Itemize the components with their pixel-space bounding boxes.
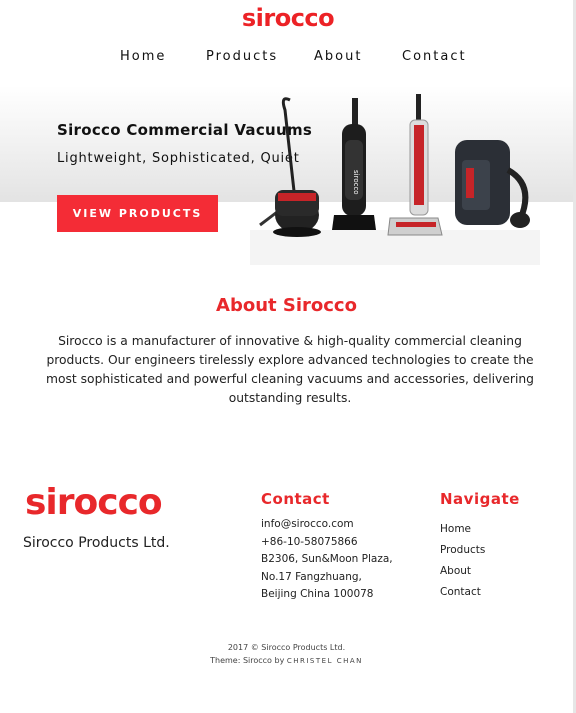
upright-red-vacuum (387, 94, 443, 236)
contact-phone: +86-10-58075866 (261, 535, 358, 548)
main-nav: Home Products About Contact (0, 49, 576, 69)
canister-vacuum (259, 97, 321, 237)
company-name: Sirocco Products Ltd. (23, 535, 170, 551)
contact-info: info@sirocco.com +86-10-58075866 B2306, … (261, 516, 393, 604)
nav-products[interactable]: Products (206, 49, 278, 64)
svg-text:sirocco: sirocco (352, 170, 360, 195)
view-products-button[interactable]: VIEW PRODUCTS (57, 195, 218, 232)
theme-prefix: Theme: Sirocco by (210, 656, 285, 665)
navigate-heading: Navigate (440, 490, 520, 508)
vacuum-products-image: sirocco (250, 94, 540, 265)
contact-address-3: Beijing China 100078 (261, 588, 374, 600)
theme-credit: Theme: Sirocco by CHRISTEL CHAN (0, 654, 573, 668)
site-logo[interactable]: sirocco (0, 4, 576, 32)
footer-nav: Home Products About Contact (440, 519, 485, 603)
backpack-vacuum (455, 140, 530, 228)
footer-nav-products[interactable]: Products (440, 540, 485, 561)
nav-home[interactable]: Home (120, 49, 166, 64)
nav-contact[interactable]: Contact (402, 49, 467, 64)
copyright: 2017 © Sirocco Products Ltd. Theme: Siro… (0, 641, 573, 668)
contact-address-2: No.17 Fangzhuang, (261, 570, 362, 583)
about-title: About Sirocco (216, 295, 357, 316)
contact-address-1: B2306, Sun&Moon Plaza, (261, 553, 393, 565)
contact-heading: Contact (261, 490, 330, 508)
footer-logo[interactable]: sirocco (25, 482, 163, 523)
nav-about[interactable]: About (314, 49, 362, 64)
about-text: Sirocco is a manufacturer of innovative … (46, 334, 534, 405)
contact-email[interactable]: info@sirocco.com (261, 516, 393, 534)
upright-black-vacuum: sirocco (332, 98, 376, 230)
footer-nav-home[interactable]: Home (440, 519, 485, 540)
copyright-text: 2017 © Sirocco Products Ltd. (227, 643, 346, 652)
footer-nav-about[interactable]: About (440, 561, 485, 582)
footer-nav-contact[interactable]: Contact (440, 582, 485, 603)
theme-author-link[interactable]: CHRISTEL CHAN (287, 657, 363, 665)
